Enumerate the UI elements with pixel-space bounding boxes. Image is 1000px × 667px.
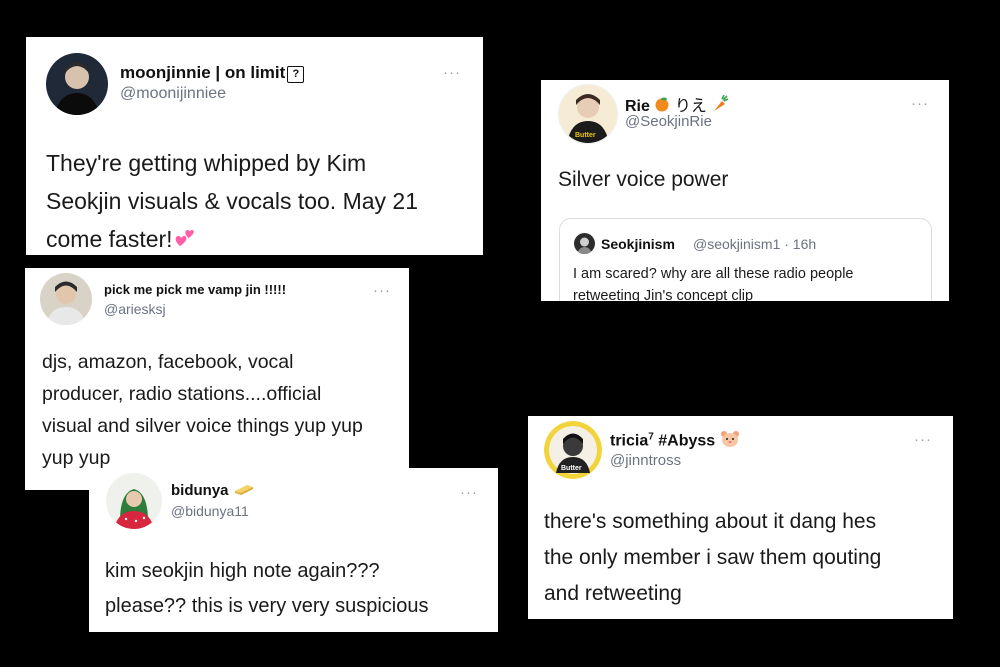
tweet-card-tricia[interactable]: Butter tricia7 #Abyss @jinntross ··· the…: [528, 416, 953, 619]
avatar[interactable]: [106, 473, 162, 529]
quoted-text-line: retweeting Jin's concept clip: [573, 288, 754, 301]
tweet-text-line: producer, radio stations....official: [42, 383, 322, 405]
display-name: tricia7 #Abyss: [610, 430, 740, 453]
svg-text:Butter: Butter: [575, 132, 596, 139]
tweet-text-line: visual and silver voice things yup yup: [42, 415, 363, 437]
display-name: pick me pick me vamp jin !!!!!: [104, 282, 287, 297]
tweet-text-line: the only member i saw them qouting: [544, 546, 882, 569]
display-name: bidunya: [171, 482, 255, 500]
tweet-text: They're getting whipped by Kim Seokjin v…: [46, 144, 418, 255]
more-options-icon[interactable]: ···: [460, 485, 478, 500]
quoted-avatar[interactable]: [574, 233, 595, 254]
tweet-text-line: kim seokjin high note again???: [105, 560, 380, 582]
more-options-icon[interactable]: ···: [443, 65, 461, 80]
tweet-text: djs, amazon, facebook, vocal producer, r…: [42, 346, 363, 474]
two-hearts-icon: [173, 222, 197, 255]
tweet-text-line: please?? this is very very suspicious: [105, 595, 429, 617]
user-handle: @ariesksj: [104, 301, 166, 317]
quoted-display-name: Seokjinism: [601, 236, 675, 252]
tweet-text-line: come faster!: [46, 220, 418, 255]
collage-canvas: moonjinnie | on limit? @moonijinniee ···…: [0, 0, 1000, 667]
tweet-text-line: djs, amazon, facebook, vocal: [42, 351, 294, 373]
tweet-card-moonjinnie[interactable]: moonjinnie | on limit? @moonijinniee ···…: [26, 37, 483, 255]
tweet-card-ariesksj[interactable]: pick me pick me vamp jin !!!!! @ariesksj…: [25, 268, 409, 490]
carrot-icon: [711, 94, 729, 118]
avatar[interactable]: Butter: [544, 421, 602, 479]
avatar[interactable]: [40, 273, 92, 325]
butter-icon: [233, 482, 255, 500]
quoted-text-line: I am scared? why are all these radio peo…: [573, 266, 854, 282]
tweet-text-line: there's something about it dang hes: [544, 510, 877, 533]
user-handle: @moonijinniee: [120, 85, 227, 102]
tweet-text: kim seokjin high note again??? please?? …: [105, 554, 428, 624]
tweet-text-line: and retweeting: [544, 582, 682, 605]
tweet-text-line: Silver voice power: [558, 168, 729, 191]
tweet-text-line: Seokjin visuals & vocals too. May 21: [46, 188, 419, 214]
tweet-text-line: They're getting whipped by Kim: [46, 150, 367, 176]
svg-text:Butter: Butter: [561, 465, 582, 472]
more-options-icon[interactable]: ···: [373, 283, 391, 298]
quoted-text: I am scared? why are all these radio peo…: [573, 263, 854, 301]
tweet-text: there's something about it dang hes the …: [544, 504, 881, 612]
user-handle: @jinntross: [610, 452, 682, 469]
quoted-tweet[interactable]: Seokjinism @seokjinism1 · 16h I am scare…: [559, 218, 932, 301]
tweet-text: Silver voice power: [558, 167, 728, 193]
hamster-icon: [720, 430, 740, 453]
tweet-card-bidunya[interactable]: bidunya @bidunya11 ··· kim seokjin high …: [89, 468, 498, 632]
unknown-glyph-icon: ?: [287, 66, 305, 83]
more-options-icon[interactable]: ···: [911, 96, 929, 111]
user-handle: @bidunya11: [171, 503, 249, 519]
user-handle: @SeokjinRie: [625, 113, 712, 130]
avatar[interactable]: Butter: [558, 84, 618, 144]
display-name: moonjinnie | on limit?: [120, 63, 305, 83]
avatar[interactable]: [46, 53, 108, 115]
quoted-handle-time: @seokjinism1 · 16h: [693, 236, 817, 252]
tweet-card-rie[interactable]: Butter Rie りえ @SeokjinRie ··· Silver voi…: [541, 80, 949, 301]
more-options-icon[interactable]: ···: [914, 432, 932, 447]
